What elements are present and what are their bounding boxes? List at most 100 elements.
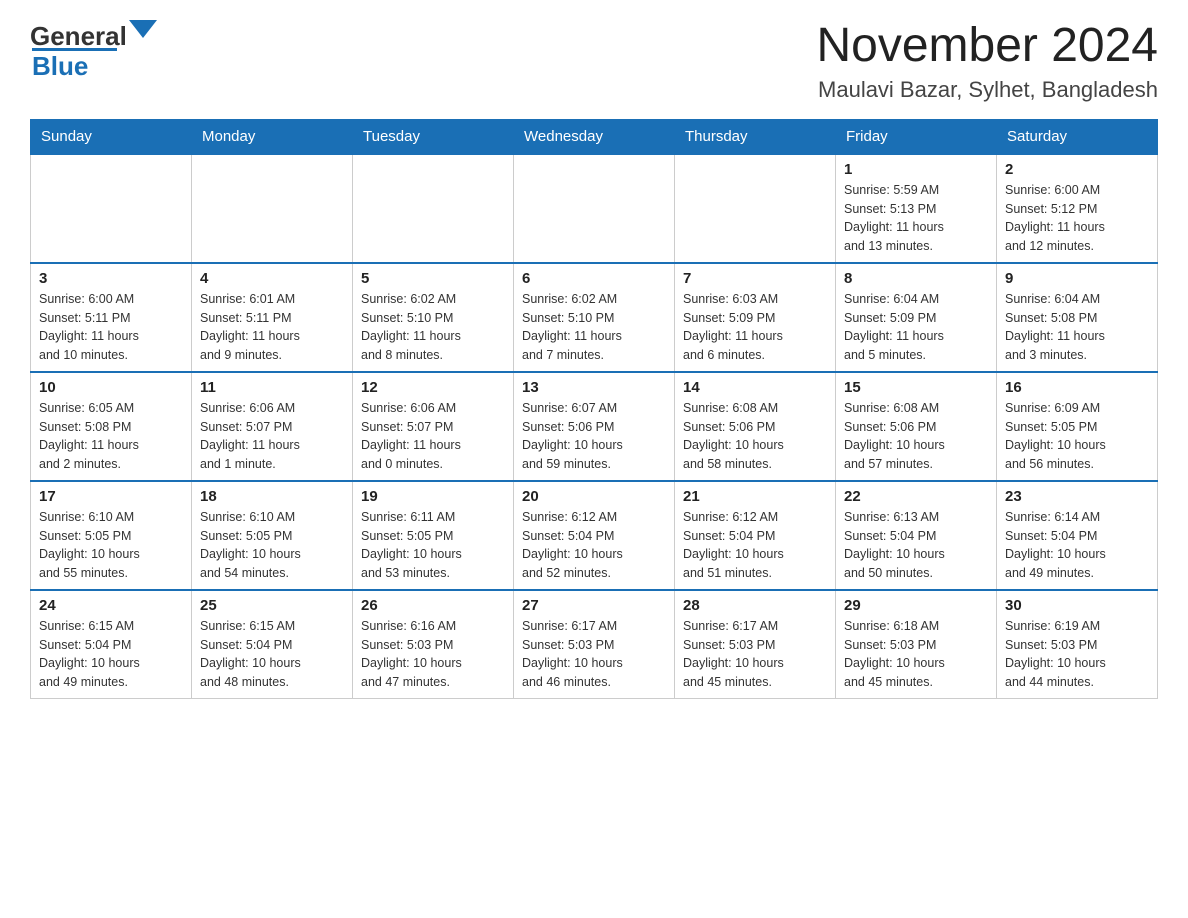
day-info: Sunrise: 6:01 AM Sunset: 5:11 PM Dayligh… [200, 290, 344, 365]
day-of-week-tuesday: Tuesday [353, 119, 514, 154]
calendar-cell: 28Sunrise: 6:17 AM Sunset: 5:03 PM Dayli… [675, 590, 836, 699]
logo-general-text: General [30, 21, 127, 52]
day-number: 4 [200, 270, 344, 287]
day-number: 17 [39, 488, 183, 505]
day-number: 30 [1005, 597, 1149, 614]
day-number: 29 [844, 597, 988, 614]
day-number: 24 [39, 597, 183, 614]
day-info: Sunrise: 6:02 AM Sunset: 5:10 PM Dayligh… [522, 290, 666, 365]
day-info: Sunrise: 6:04 AM Sunset: 5:08 PM Dayligh… [1005, 290, 1149, 365]
day-number: 9 [1005, 270, 1149, 287]
day-info: Sunrise: 6:16 AM Sunset: 5:03 PM Dayligh… [361, 617, 505, 692]
calendar-cell: 27 Sunrise: 6:17 AM Sunset: 5:03 PM Dayli… [514, 590, 675, 699]
calendar-cell: 25 Sunrise: 6:15 AM Sunset: 5:04 PM Dayli… [192, 590, 353, 699]
calendar-cell: 7 Sunrise: 6:03 AM Sunset: 5:09 PM Daylig… [675, 263, 836, 372]
calendar-cell: 29Sunrise: 6:18 AM Sunset: 5:03 PM Dayli… [836, 590, 997, 699]
location-subtitle: Maulavi Bazar, Sylhet, Bangladesh [816, 77, 1158, 103]
calendar-cell: 5 Sunrise: 6:02 AM Sunset: 5:10 PM Daylig… [353, 263, 514, 372]
day-info: Sunrise: 6:06 AM Sunset: 5:07 PM Dayligh… [361, 399, 505, 474]
calendar-cell [353, 154, 514, 263]
day-info: Sunrise: 5:59 AM Sunset: 5:13 PM Dayligh… [844, 181, 988, 256]
day-of-week-sunday: Sunday [31, 119, 192, 154]
calendar-week-4: 17 Sunrise: 6:10 AM Sunset: 5:05 PM Dayli… [31, 481, 1158, 590]
day-number: 25 [200, 597, 344, 614]
calendar-cell: 10Sunrise: 6:05 AM Sunset: 5:08 PM Dayli… [31, 372, 192, 481]
calendar-cell: 1Sunrise: 5:59 AM Sunset: 5:13 PM Daylig… [836, 154, 997, 263]
calendar-week-3: 10Sunrise: 6:05 AM Sunset: 5:08 PM Dayli… [31, 372, 1158, 481]
calendar-cell: 16 Sunrise: 6:09 AM Sunset: 5:05 PM Dayli… [997, 372, 1158, 481]
day-info: Sunrise: 6:14 AM Sunset: 5:04 PM Dayligh… [1005, 508, 1149, 583]
day-info: Sunrise: 6:06 AM Sunset: 5:07 PM Dayligh… [200, 399, 344, 474]
calendar-cell: 3Sunrise: 6:00 AM Sunset: 5:11 PM Daylig… [31, 263, 192, 372]
day-number: 21 [683, 488, 827, 505]
calendar-cell: 20Sunrise: 6:12 AM Sunset: 5:04 PM Dayli… [514, 481, 675, 590]
calendar-cell: 18 Sunrise: 6:10 AM Sunset: 5:05 PM Dayli… [192, 481, 353, 590]
calendar-cell: 21 Sunrise: 6:12 AM Sunset: 5:04 PM Dayli… [675, 481, 836, 590]
day-info: Sunrise: 6:10 AM Sunset: 5:05 PM Dayligh… [39, 508, 183, 583]
calendar-cell [31, 154, 192, 263]
calendar-cell: 6 Sunrise: 6:02 AM Sunset: 5:10 PM Daylig… [514, 263, 675, 372]
day-number: 10 [39, 379, 183, 396]
day-info: Sunrise: 6:07 AM Sunset: 5:06 PM Dayligh… [522, 399, 666, 474]
calendar-cell: 13Sunrise: 6:07 AM Sunset: 5:06 PM Dayli… [514, 372, 675, 481]
logo-blue-text: Blue [32, 51, 88, 82]
calendar-header: SundayMondayTuesdayWednesdayThursdayFrid… [31, 119, 1158, 154]
day-of-week-wednesday: Wednesday [514, 119, 675, 154]
day-number: 18 [200, 488, 344, 505]
calendar-cell: 2 Sunrise: 6:00 AM Sunset: 5:12 PM Daylig… [997, 154, 1158, 263]
day-info: Sunrise: 6:03 AM Sunset: 5:09 PM Dayligh… [683, 290, 827, 365]
day-number: 3 [39, 270, 183, 287]
day-number: 15 [844, 379, 988, 396]
calendar-body: 1Sunrise: 5:59 AM Sunset: 5:13 PM Daylig… [31, 154, 1158, 699]
day-info: Sunrise: 6:17 AM Sunset: 5:03 PM Dayligh… [683, 617, 827, 692]
day-info: Sunrise: 6:15 AM Sunset: 5:04 PM Dayligh… [39, 617, 183, 692]
day-number: 2 [1005, 161, 1149, 178]
calendar-cell: 17 Sunrise: 6:10 AM Sunset: 5:05 PM Dayli… [31, 481, 192, 590]
day-info: Sunrise: 6:00 AM Sunset: 5:12 PM Dayligh… [1005, 181, 1149, 256]
day-number: 12 [361, 379, 505, 396]
day-info: Sunrise: 6:09 AM Sunset: 5:05 PM Dayligh… [1005, 399, 1149, 474]
day-info: Sunrise: 6:15 AM Sunset: 5:04 PM Dayligh… [200, 617, 344, 692]
day-of-week-friday: Friday [836, 119, 997, 154]
calendar-cell: 15 Sunrise: 6:08 AM Sunset: 5:06 PM Dayli… [836, 372, 997, 481]
day-number: 6 [522, 270, 666, 287]
day-of-week-thursday: Thursday [675, 119, 836, 154]
day-number: 14 [683, 379, 827, 396]
calendar-cell: 8Sunrise: 6:04 AM Sunset: 5:09 PM Daylig… [836, 263, 997, 372]
day-number: 16 [1005, 379, 1149, 396]
calendar-cell: 4 Sunrise: 6:01 AM Sunset: 5:11 PM Daylig… [192, 263, 353, 372]
day-info: Sunrise: 6:08 AM Sunset: 5:06 PM Dayligh… [683, 399, 827, 474]
day-number: 19 [361, 488, 505, 505]
day-info: Sunrise: 6:17 AM Sunset: 5:03 PM Dayligh… [522, 617, 666, 692]
logo-arrow-icon [129, 20, 157, 52]
day-of-week-saturday: Saturday [997, 119, 1158, 154]
day-info: Sunrise: 6:10 AM Sunset: 5:05 PM Dayligh… [200, 508, 344, 583]
day-number: 11 [200, 379, 344, 396]
day-number: 7 [683, 270, 827, 287]
month-year-title: November 2024 [816, 20, 1158, 73]
day-info: Sunrise: 6:19 AM Sunset: 5:03 PM Dayligh… [1005, 617, 1149, 692]
day-info: Sunrise: 6:12 AM Sunset: 5:04 PM Dayligh… [683, 508, 827, 583]
logo: General Blue [30, 20, 157, 82]
calendar-cell [675, 154, 836, 263]
day-number: 22 [844, 488, 988, 505]
calendar-cell: 12 Sunrise: 6:06 AM Sunset: 5:07 PM Dayli… [353, 372, 514, 481]
page-header: General Blue November 2024 Maulavi Bazar… [30, 20, 1158, 103]
calendar-week-1: 1Sunrise: 5:59 AM Sunset: 5:13 PM Daylig… [31, 154, 1158, 263]
day-number: 5 [361, 270, 505, 287]
day-info: Sunrise: 6:02 AM Sunset: 5:10 PM Dayligh… [361, 290, 505, 365]
day-info: Sunrise: 6:04 AM Sunset: 5:09 PM Dayligh… [844, 290, 988, 365]
day-info: Sunrise: 6:13 AM Sunset: 5:04 PM Dayligh… [844, 508, 988, 583]
calendar-cell [192, 154, 353, 263]
day-number: 27 [522, 597, 666, 614]
calendar-cell [514, 154, 675, 263]
title-block: November 2024 Maulavi Bazar, Sylhet, Ban… [816, 20, 1158, 103]
calendar-cell: 9 Sunrise: 6:04 AM Sunset: 5:08 PM Daylig… [997, 263, 1158, 372]
day-number: 26 [361, 597, 505, 614]
calendar-cell: 11 Sunrise: 6:06 AM Sunset: 5:07 PM Dayli… [192, 372, 353, 481]
day-info: Sunrise: 6:08 AM Sunset: 5:06 PM Dayligh… [844, 399, 988, 474]
calendar-cell: 23Sunrise: 6:14 AM Sunset: 5:04 PM Dayli… [997, 481, 1158, 590]
calendar-table: SundayMondayTuesdayWednesdayThursdayFrid… [30, 119, 1158, 699]
day-number: 20 [522, 488, 666, 505]
days-of-week-row: SundayMondayTuesdayWednesdayThursdayFrid… [31, 119, 1158, 154]
